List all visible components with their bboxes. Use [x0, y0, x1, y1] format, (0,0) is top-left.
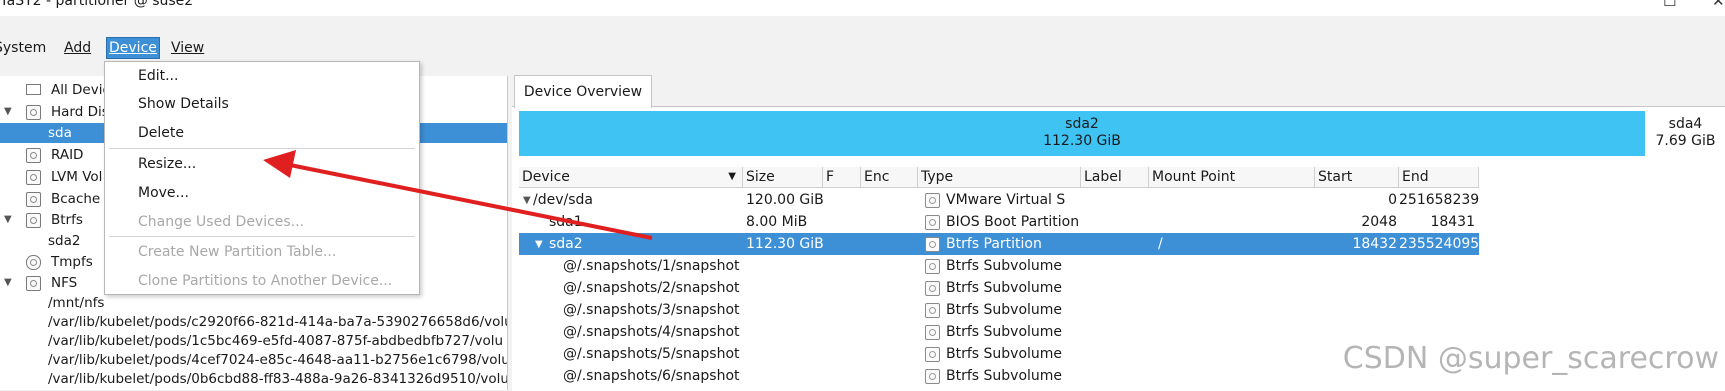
annotation-arrow	[263, 150, 653, 240]
watermark: CSDN @super_scarecrow	[1342, 341, 1719, 376]
